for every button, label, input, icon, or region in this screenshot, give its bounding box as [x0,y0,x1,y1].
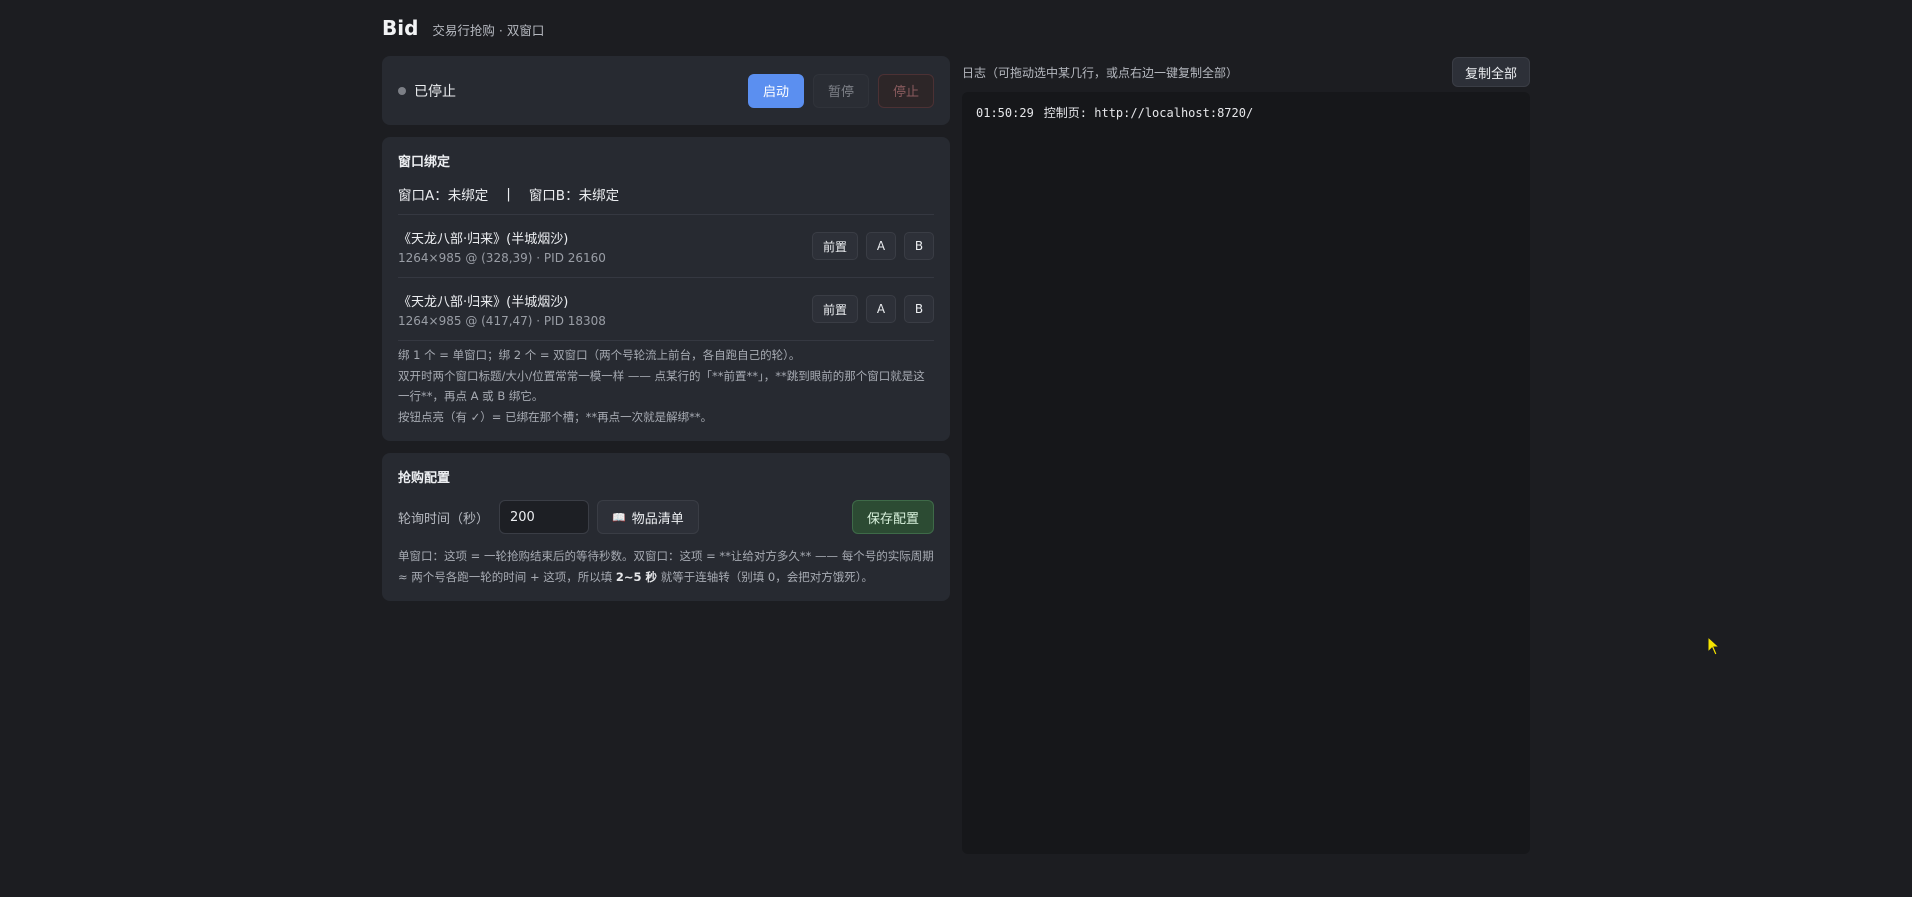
help-line: 按钮点亮（有 ✓）= 已绑在那个槽；**再点一次就是解绑**。 [398,409,713,424]
log-hint: 日志（可拖动选中某几行，或点右边一键复制全部） [962,65,1239,80]
bind-b-button[interactable]: B [904,232,934,260]
log-time: 01:50:29 [976,106,1034,120]
status-text: 已停止 [414,83,456,100]
window-buttons: 前置 A B [811,232,934,260]
log-text: 控制页: http://localhost:8720/ [1043,106,1254,120]
control-buttons: 启动 暂停 停止 [747,73,934,108]
window-a-status: 窗口A：未绑定 [398,188,489,204]
window-info: 《天龙八部·归来》(半城烟沙) 1264×985 @ (328,39) · PI… [398,228,606,265]
window-title: 《天龙八部·归来》(半城烟沙) [398,294,569,310]
poll-interval-input[interactable] [499,500,590,534]
status-dot-icon [398,86,406,95]
copy-all-button[interactable]: 复制全部 [1451,57,1530,87]
bind-a-button[interactable]: A [866,295,896,323]
binding-title: 窗口绑定 [398,155,451,170]
config-help-text-2: 就等于连轴转（别填 0，会把对方饿死）。 [657,569,873,584]
window-b-status: 窗口B：未绑定 [528,188,620,204]
app-root: Bid 交易行抢购 · 双窗口 已停止 启动 暂停 停止 窗口绑定 窗口A：未绑… [382,16,1530,854]
window-buttons: 前置 A B [811,295,934,323]
log-line: 01:50:29 控制页: http://localhost:8720/ [976,104,1516,121]
window-meta: 1264×985 @ (417,47) · PID 18308 [398,313,606,328]
item-list-button[interactable]: 📖 物品清单 [597,500,699,534]
stop-button[interactable]: 停止 [877,73,934,108]
left-column: 已停止 启动 暂停 停止 窗口绑定 窗口A：未绑定 | 窗口B：未绑定 《天龙八… [382,56,950,613]
window-meta: 1264×985 @ (328,39) · PID 26160 [398,250,606,265]
window-row: 《天龙八部·归来》(半城烟沙) 1264×985 @ (328,39) · PI… [398,215,934,278]
window-row: 《天龙八部·归来》(半城烟沙) 1264×985 @ (417,47) · PI… [398,278,934,341]
item-list-label: 物品清单 [631,511,684,527]
config-help-bold: 2~5 秒 [615,569,658,584]
header: Bid 交易行抢购 · 双窗口 [382,16,1530,46]
bring-front-button[interactable]: 前置 [811,232,858,260]
log-header: 日志（可拖动选中某几行，或点右边一键复制全部） 复制全部 [962,56,1530,88]
status-card: 已停止 启动 暂停 停止 [382,56,950,125]
app-title: Bid [382,16,419,40]
right-column: 日志（可拖动选中某几行，或点右边一键复制全部） 复制全部 01:50:29 控制页… [962,56,1530,854]
log-area[interactable]: 01:50:29 控制页: http://localhost:8720/ [962,92,1530,854]
binding-help: 绑 1 个 = 单窗口；绑 2 个 = 双窗口（两个号轮流上前台，各自跑自己的轮… [398,345,934,427]
bring-front-button[interactable]: 前置 [811,295,858,323]
config-help: 单窗口：这项 = 一轮抢购结束后的等待秒数。双窗口：这项 = **让给对方多久*… [398,546,934,587]
config-title: 抢购配置 [398,471,451,486]
config-row: 轮询时间（秒） 📖 物品清单 保存配置 [398,500,934,534]
purchase-config-card: 抢购配置 轮询时间（秒） 📖 物品清单 保存配置 单窗口：这项 = 一轮抢购结束… [382,453,950,601]
save-config-button[interactable]: 保存配置 [851,500,934,534]
status-indicator: 已停止 [398,81,456,101]
binding-status: 窗口A：未绑定 | 窗口B：未绑定 [398,184,934,215]
poll-label: 轮询时间（秒） [398,511,490,527]
window-binding-card: 窗口绑定 窗口A：未绑定 | 窗口B：未绑定 《天龙八部·归来》(半城烟沙) 1… [382,137,950,441]
pause-button[interactable]: 暂停 [812,73,869,108]
start-button[interactable]: 启动 [747,73,804,108]
window-title: 《天龙八部·归来》(半城烟沙) [398,231,569,247]
help-line: 绑 1 个 = 单窗口；绑 2 个 = 双窗口（两个号轮流上前台，各自跑自己的轮… [398,348,801,362]
bind-a-button[interactable]: A [866,232,896,260]
app-subtitle: 交易行抢购 · 双窗口 [432,23,545,38]
mouse-cursor-icon [1707,636,1721,656]
window-info: 《天龙八部·归来》(半城烟沙) 1264×985 @ (417,47) · PI… [398,291,606,328]
help-line: 双开时两个窗口标题/大小/位置常常一模一样 —— 点某行的「**前置**」，**… [398,368,925,404]
book-icon: 📖 [612,510,626,524]
binding-separator: | [506,186,511,202]
bind-b-button[interactable]: B [904,295,934,323]
config-left: 轮询时间（秒） 📖 物品清单 [398,500,699,534]
